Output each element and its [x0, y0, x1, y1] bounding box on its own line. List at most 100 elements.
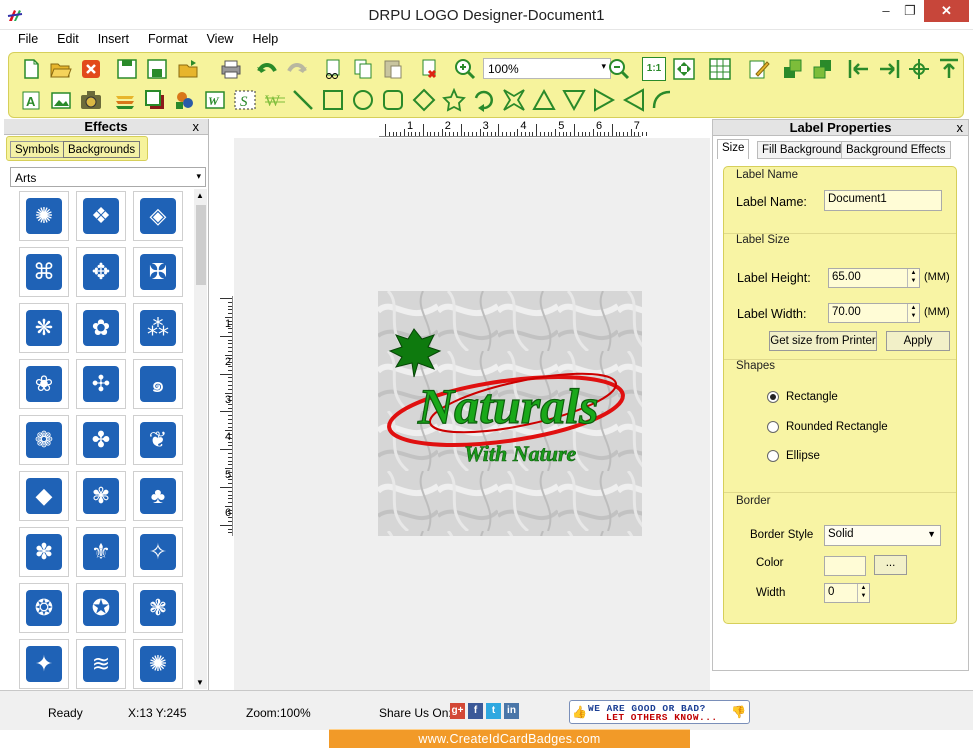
spinner-icon[interactable]: ▲ ▼: [907, 269, 919, 287]
maximize-button[interactable]: ❐: [897, 0, 923, 22]
bring-to-front-icon[interactable]: [781, 57, 805, 81]
get-size-from-printer-button[interactable]: Get size from Printer: [769, 331, 877, 351]
website-footer-link[interactable]: www.CreateIdCardBadges.com: [329, 729, 690, 748]
signature-icon[interactable]: S: [233, 88, 257, 112]
symbol-lily[interactable]: ⚜: [76, 527, 126, 577]
star-tool-icon[interactable]: [442, 87, 466, 112]
google-plus-icon[interactable]: g+: [450, 703, 465, 719]
align-top-icon[interactable]: [937, 57, 961, 81]
tab-background-effects[interactable]: Background Effects: [841, 141, 951, 159]
radio-ellipse[interactable]: [767, 450, 779, 462]
spinner-icon[interactable]: ▲ ▼: [857, 584, 869, 602]
symbol-triple-spiral[interactable]: ✧: [133, 527, 183, 577]
align-center-icon[interactable]: [907, 57, 931, 81]
symbol-swirl[interactable]: ✤: [76, 415, 126, 465]
group-icon[interactable]: [173, 88, 197, 112]
ellipse-tool-icon[interactable]: [351, 88, 375, 112]
tab-backgrounds[interactable]: Backgrounds: [63, 141, 141, 158]
width-input[interactable]: 70.00 ▲ ▼: [828, 303, 920, 323]
rounded-rectangle-tool-icon[interactable]: [381, 88, 405, 112]
zoom-in-icon[interactable]: [453, 57, 477, 81]
send-to-back-icon[interactable]: [811, 57, 835, 81]
scroll-up-icon[interactable]: ▲: [196, 191, 204, 200]
menu-insert[interactable]: Insert: [88, 30, 138, 46]
close-button[interactable]: ✕: [924, 0, 969, 22]
label-design[interactable]: Naturals With Nature: [378, 291, 642, 536]
logo-artwork[interactable]: Naturals With Nature: [378, 291, 642, 536]
menu-file[interactable]: File: [8, 30, 47, 46]
symbol-ring-knot[interactable]: ✿: [76, 303, 126, 353]
symbol-triskele[interactable]: ✺: [19, 191, 69, 241]
symbol-leaf-square[interactable]: ❦: [133, 415, 183, 465]
symbol-square-knot[interactable]: ⌘: [19, 247, 69, 297]
watermark-icon[interactable]: W: [263, 88, 287, 112]
tab-fill-background[interactable]: Fill Background: [757, 141, 847, 159]
tab-size[interactable]: Size: [717, 139, 750, 159]
curve-tool-icon[interactable]: [650, 88, 674, 112]
scrollbar-thumb[interactable]: [196, 205, 206, 285]
zoom-out-icon[interactable]: [607, 57, 631, 81]
ellipse-option-label[interactable]: Ellipse: [786, 450, 820, 462]
label-name-input[interactable]: Document1: [824, 190, 942, 211]
fit-to-window-icon[interactable]: [672, 57, 696, 81]
align-left-icon[interactable]: [847, 57, 871, 81]
scroll-down-icon[interactable]: ▼: [196, 678, 204, 687]
symbol-floral-cross[interactable]: ✦: [19, 639, 69, 689]
menu-view[interactable]: View: [197, 30, 243, 46]
rounded-rectangle-option-label[interactable]: Rounded Rectangle: [786, 421, 888, 433]
text-tool-icon[interactable]: A: [19, 88, 43, 112]
height-input[interactable]: 65.00 ▲ ▼: [828, 268, 920, 288]
rectangle-tool-icon[interactable]: [321, 88, 345, 112]
paste-icon[interactable]: [381, 57, 405, 81]
symbol-wave[interactable]: ≋: [76, 639, 126, 689]
print-icon[interactable]: [219, 57, 243, 81]
delete-icon[interactable]: [417, 57, 441, 81]
symbol-quad-diamond[interactable]: ✥: [76, 247, 126, 297]
symbol-braid[interactable]: ⁂: [133, 303, 183, 353]
burst-tool-icon[interactable]: [502, 88, 526, 112]
symbol-flower-square[interactable]: ❀: [19, 359, 69, 409]
category-select[interactable]: Arts ▾: [10, 167, 206, 187]
triangle-tool-icon[interactable]: [532, 88, 556, 112]
symbol-medallion[interactable]: ❂: [19, 583, 69, 633]
actual-size-icon[interactable]: 1:1: [642, 57, 666, 81]
symbol-lotus[interactable]: ❁: [19, 415, 69, 465]
cut-icon[interactable]: [321, 57, 345, 81]
shadow-icon[interactable]: [143, 88, 167, 112]
facebook-icon[interactable]: f: [468, 703, 483, 719]
arc-tool-icon[interactable]: [472, 88, 496, 112]
undo-icon[interactable]: [255, 57, 279, 81]
redo-icon[interactable]: [285, 57, 309, 81]
linkedin-icon[interactable]: in: [504, 703, 519, 719]
symbol-fan[interactable]: ✽: [19, 527, 69, 577]
twitter-icon[interactable]: t: [486, 703, 501, 719]
copy-icon[interactable]: [351, 57, 375, 81]
edit-properties-icon[interactable]: [747, 57, 771, 81]
inverted-triangle-tool-icon[interactable]: [562, 88, 586, 112]
save-as-icon[interactable]: [145, 57, 169, 81]
symbol-shell[interactable]: ✾: [76, 471, 126, 521]
symbol-celtic-knot[interactable]: ❋: [19, 303, 69, 353]
word-art-icon[interactable]: W: [203, 88, 227, 112]
rectangle-option-label[interactable]: Rectangle: [786, 391, 838, 403]
symbol-wheel[interactable]: ❃: [133, 583, 183, 633]
symbol-scroll[interactable]: ✪: [76, 583, 126, 633]
spinner-icon[interactable]: ▲ ▼: [907, 304, 919, 322]
apply-button[interactable]: Apply: [886, 331, 950, 351]
menu-format[interactable]: Format: [138, 30, 197, 46]
effects-scrollbar[interactable]: ▲ ▼: [194, 189, 207, 689]
effects-close-button[interactable]: x: [193, 119, 200, 135]
save-icon[interactable]: [115, 57, 139, 81]
menu-help[interactable]: Help: [242, 30, 287, 46]
symbol-celtic-x[interactable]: ✠: [133, 247, 183, 297]
open-folder-icon[interactable]: [49, 57, 73, 81]
symbol-diamond-knot[interactable]: ◈: [133, 191, 183, 241]
align-right-icon[interactable]: [877, 57, 901, 81]
layers-icon[interactable]: [113, 88, 137, 112]
border-style-select[interactable]: Solid ▼: [824, 525, 941, 546]
left-triangle-tool-icon[interactable]: [622, 88, 646, 112]
symbol-spiral[interactable]: ๑: [133, 359, 183, 409]
design-canvas[interactable]: 1234567 123456 Naturals With Nature: [214, 119, 710, 690]
image-tool-icon[interactable]: [49, 88, 73, 112]
border-color-swatch[interactable]: [824, 556, 866, 576]
